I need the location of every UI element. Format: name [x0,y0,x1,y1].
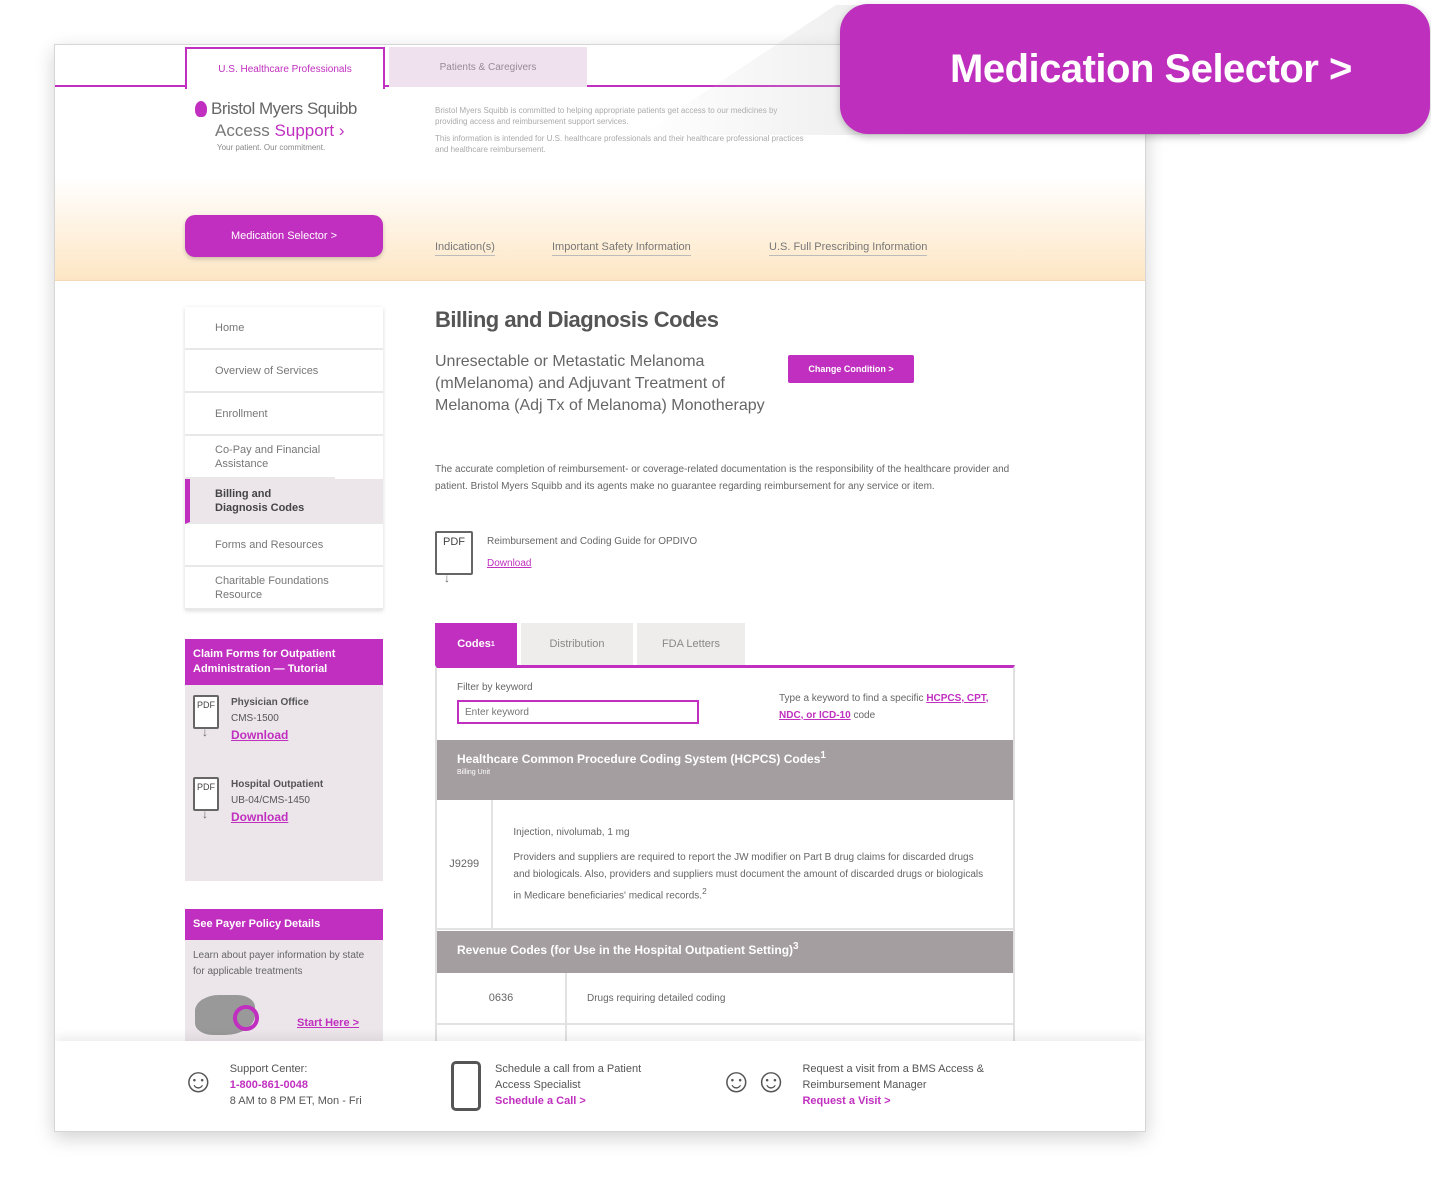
prescribing-info-link[interactable]: U.S. Full Prescribing Information [769,241,928,256]
hcpcs-sup: 1 [820,750,826,761]
header-description-2: This information is intended for U.S. he… [435,134,804,154]
schedule-text: Schedule a call from a Patient Access Sp… [495,1061,655,1111]
claim-item-physician: PDF Physician Office CMS-1500 Download [185,685,383,751]
hcpcs-title: Healthcare Common Procedure Coding Syste… [457,752,821,766]
page-title: Billing and Diagnosis Codes [435,307,719,332]
support-label: Support Center: [229,1063,308,1075]
indications-link[interactable]: Indication(s) [435,241,495,256]
guide-download-link[interactable]: Download [487,558,531,569]
browser-frame: U.S. Healthcare Professionals Patients &… [54,44,1146,1132]
schedule-call-link[interactable]: Schedule a Call > [495,1095,586,1107]
tab-fda-letters[interactable]: FDA Letters [637,623,745,665]
revenue-section-header: Revenue Codes (for Use in the Hospital O… [437,931,1013,973]
hcpcs-section-header: Healthcare Common Procedure Coding Syste… [437,740,1013,800]
hcpcs-sub: Billing Unit [457,769,491,776]
tab-patients-caregivers[interactable]: Patients & Caregivers [389,47,587,87]
hcpcs-description: Injection, nivolumab, 1 mg Providers and… [493,800,1013,928]
brand-name: Bristol Myers Squibb [211,99,357,118]
download-link[interactable]: Download [231,728,288,742]
claim-line2: UB-04/CMS-1450 [231,795,310,806]
person-icon: ☺ [181,1062,216,1100]
hcpcs-code: J9299 [437,800,494,928]
medication-selector-button[interactable]: Medication Selector > [185,215,383,257]
phone-icon [451,1061,481,1111]
claim-text: Physician Office CMS-1500 Download [231,695,309,745]
access-word: Access [215,121,270,140]
tagline: Your patient. Our commitment. [217,143,326,152]
people-meeting-icon: ☺☺ [719,1062,789,1100]
hcpcs-desc-sup: 2 [702,885,707,896]
claim-item-hospital: PDF Hospital Outpatient UB-04/CMS-1450 D… [185,767,383,833]
sidebar-nav: Home Overview of Services Enrollment Co-… [185,307,383,610]
revenue-code: 0636 [437,973,567,1023]
schedule-call: Schedule a call from a Patient Access Sp… [451,1061,655,1111]
support-center: ☺ Support Center: 1-800-861-0048 8 AM to… [181,1061,362,1109]
guide-label: Reimbursement and Coding Guide for OPDIV… [487,536,698,547]
filter-hint-prefix: Type a keyword to find a specific [779,693,924,704]
support-phone[interactable]: 1-800-861-0048 [230,1077,362,1093]
condition-title: Unresectable or Metastatic Melanoma (mMe… [435,353,765,414]
claim-line2: CMS-1500 [231,713,279,724]
request-visit-link[interactable]: Request a Visit > [802,1095,890,1107]
safety-info-link[interactable]: Important Safety Information [552,241,691,256]
support-hours: 8 AM to 8 PM ET, Mon - Fri [229,1095,362,1107]
table-row: J9299 Injection, nivolumab, 1 mg Provide… [437,800,1013,930]
chevron-right-icon: › [338,121,345,140]
keyword-input[interactable] [457,700,699,724]
payer-policy-box: See Payer Policy Details Learn about pay… [185,909,383,1049]
codes-panel: Filter by keyword Type a keyword to find… [435,665,1015,1085]
table-row: 0636 Drugs requiring detailed coding [437,973,1013,1025]
brand: Bristol Myers Squibb [195,99,357,119]
magnifier-icon [233,1005,259,1031]
claim-text: Hospital Outpatient UB-04/CMS-1450 Downl… [231,777,323,827]
request-visit: ☺☺ Request a visit from a BMS Access & R… [719,1061,1012,1109]
filter-label: Filter by keyword [457,682,533,693]
claim-forms-title[interactable]: Claim Forms for Outpatient Administratio… [185,639,383,685]
payer-policy-title[interactable]: See Payer Policy Details [185,909,383,940]
sidebar-item-charitable[interactable]: Charitable Foundations Resource [185,567,383,610]
filter-hint-suffix: code [853,710,876,721]
sidebar-item-forms[interactable]: Forms and Resources [185,524,383,567]
claim-line1: Hospital Outpatient [231,779,324,790]
pdf-icon: PDF [193,695,219,739]
tab-healthcare-professionals[interactable]: U.S. Healthcare Professionals [185,47,385,89]
support-text: Support Center: 1-800-861-0048 8 AM to 8… [230,1061,362,1109]
visit-text: Request a visit from a BMS Access & Reim… [802,1061,1012,1109]
tab-codes[interactable]: Codes 1 [435,623,517,665]
sidebar-item-home[interactable]: Home [185,307,383,350]
tab-codes-label: Codes [457,638,491,650]
guide-text: Reimbursement and Coding Guide for OPDIV… [487,531,697,575]
filter-hint: Type a keyword to find a specific HCPCS,… [779,690,999,724]
sidebar-item-enrollment[interactable]: Enrollment [185,393,383,436]
change-condition-button[interactable]: Change Condition > [788,355,914,383]
payer-policy-text: Learn about payer information by state f… [193,950,365,977]
pdf-icon: PDF [435,531,473,585]
disclaimer: The accurate completion of reimbursement… [435,464,1010,492]
download-link[interactable]: Download [231,810,288,824]
schedule-description: Schedule a call from a Patient Access Sp… [495,1063,642,1091]
pdf-icon: PDF [193,777,219,821]
sidebar-item-billing[interactable]: Billing and Diagnosis Codes [185,479,383,524]
visit-description: Request a visit from a BMS Access & Reim… [802,1063,985,1091]
footer: ☺ Support Center: 1-800-861-0048 8 AM to… [55,1041,1145,1131]
revenue-description: Drugs requiring detailed coding [587,992,726,1004]
sidebar-item-overview[interactable]: Overview of Services [185,350,383,393]
start-here-link[interactable]: Start Here > [297,1017,359,1029]
medication-selector-callout[interactable]: Medication Selector > [840,4,1430,134]
tab-distribution[interactable]: Distribution [521,623,633,665]
sidebar-item-copay[interactable]: Co-Pay and Financial Assistance [185,436,335,479]
access-support-logo: Access Support › [215,121,357,141]
hcpcs-desc-1: Injection, nivolumab, 1 mg [513,826,630,838]
claim-line1: Physician Office [231,697,309,708]
logo[interactable]: Bristol Myers Squibb Access Support › Yo… [195,99,357,152]
coding-guide: PDF Reimbursement and Coding Guide for O… [435,531,697,585]
revenue-sup: 3 [793,941,799,952]
claim-forms-box: Claim Forms for Outpatient Administratio… [185,639,383,881]
hcpcs-desc-2: Providers and suppliers are required to … [513,851,984,902]
bms-flame-icon [195,101,207,117]
revenue-title: Revenue Codes (for Use in the Hospital O… [457,943,794,957]
support-word: Support [274,121,335,140]
code-tabs: Codes 1 Distribution FDA Letters [435,623,745,665]
